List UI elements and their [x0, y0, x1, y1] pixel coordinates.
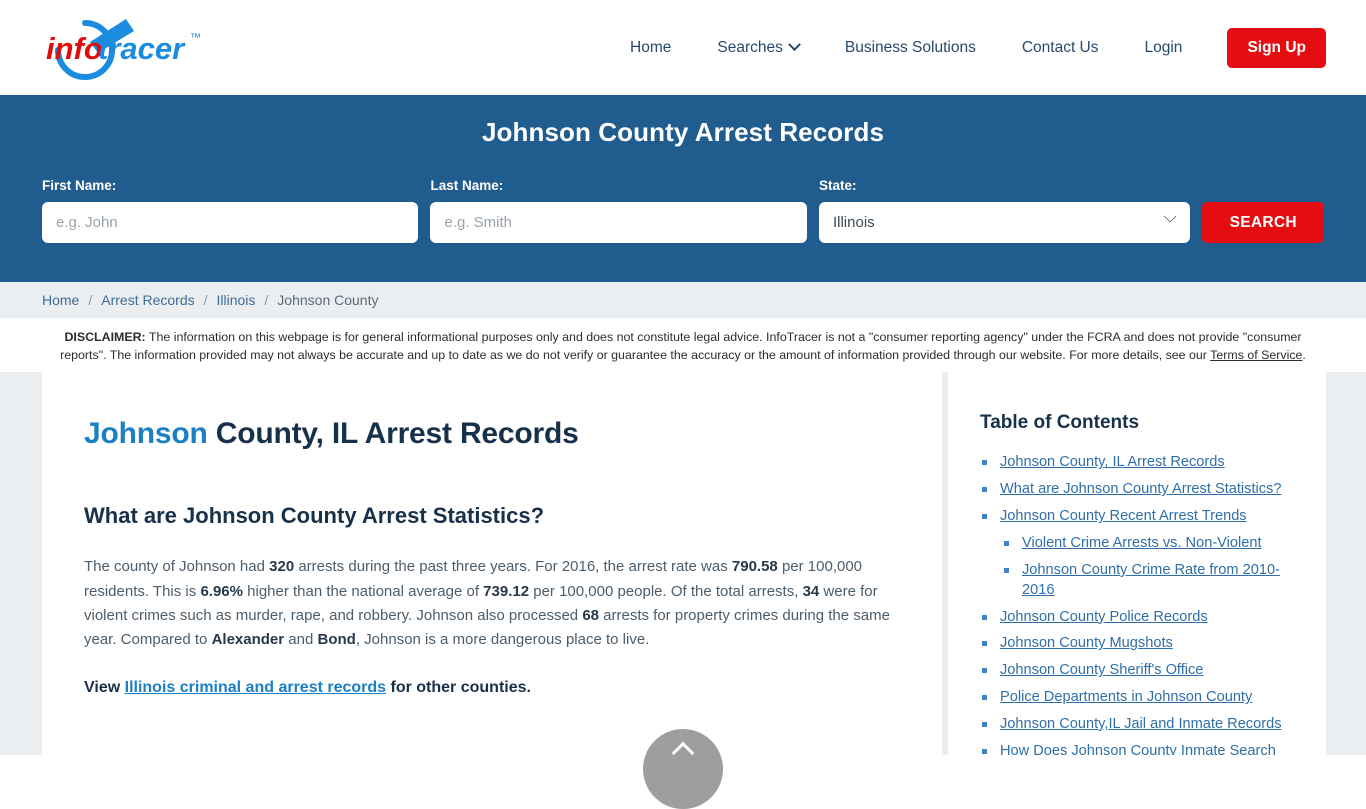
- toc-item: Johnson County,IL Jail and Inmate Record…: [980, 715, 1298, 735]
- toc-link-inmate-search[interactable]: How Does Johnson County Inmate Search: [1000, 743, 1276, 756]
- breadcrumb: Home / Arrest Records / Illinois / Johns…: [0, 282, 1366, 318]
- para-text: The county of Johnson had: [84, 558, 270, 576]
- toc-subitem: Violent Crime Arrests vs. Non-Violent: [1000, 534, 1298, 554]
- nav-item-business-solutions[interactable]: Business Solutions: [822, 39, 999, 57]
- toc-sublist: Violent Crime Arrests vs. Non-Violent Jo…: [1000, 534, 1298, 601]
- nav-label: Home: [630, 38, 672, 56]
- first-name-label: First Name:: [42, 178, 117, 193]
- svg-text:™: ™: [190, 32, 201, 44]
- toc-item: Johnson County, IL Arrest Records: [980, 453, 1298, 473]
- toc-link-police-records[interactable]: Johnson County Police Records: [1000, 609, 1208, 625]
- state-select[interactable]: Illinois: [818, 202, 1191, 243]
- breadcrumb-item-illinois[interactable]: Illinois: [217, 292, 256, 308]
- nav-label: Login: [1144, 38, 1183, 56]
- toc-item: Johnson County Police Records: [980, 608, 1298, 628]
- page-body: Johnson County, IL Arrest Records What a…: [0, 372, 1366, 756]
- breadcrumb-separator: /: [203, 292, 208, 308]
- search-button[interactable]: SEARCH: [1202, 202, 1324, 243]
- para-text: , Johnson is a more dangerous place to l…: [355, 631, 650, 649]
- nav-label: Business Solutions: [844, 38, 976, 56]
- view-suffix: for other counties.: [386, 678, 531, 696]
- toc-link-crime-rate-2010-2016[interactable]: Johnson County Crime Rate from 2010-2016: [1022, 562, 1280, 598]
- toc-link-jail-inmate-records[interactable]: Johnson County,IL Jail and Inmate Record…: [1000, 716, 1282, 732]
- toc-link-police-departments[interactable]: Police Departments in Johnson County: [1000, 689, 1252, 705]
- compare-county-bond: Bond: [317, 631, 356, 649]
- table-of-contents-card: Table of Contents Johnson County, IL Arr…: [948, 372, 1326, 756]
- search-form: First Name: Last Name: State: Illinois S…: [0, 178, 1366, 243]
- site-header: info tracer ™ Home Searches Business Sol…: [0, 0, 1366, 95]
- toc-item: Police Departments in Johnson County: [980, 688, 1298, 708]
- illinois-records-link[interactable]: Illinois criminal and arrest records: [125, 679, 386, 696]
- stat-percent-higher: 6.96%: [200, 582, 243, 600]
- toc-link-arrest-records[interactable]: Johnson County, IL Arrest Records: [1000, 454, 1225, 470]
- nav-item-searches[interactable]: Searches: [694, 38, 821, 57]
- state-field-group: State: Illinois: [818, 178, 1191, 243]
- infotracer-logo[interactable]: info tracer ™: [38, 13, 248, 83]
- svg-text:info: info: [46, 31, 103, 66]
- disclaimer-text: The information on this webpage is for g…: [60, 330, 1302, 363]
- chevron-down-icon: [787, 38, 801, 52]
- breadcrumb-item-current: Johnson County: [277, 292, 379, 308]
- toc-subitem: Johnson County Crime Rate from 2010-2016: [1000, 561, 1298, 601]
- terms-of-service-link[interactable]: Terms of Service: [1210, 348, 1302, 362]
- disclaimer-text-end: .: [1302, 348, 1306, 363]
- toc-title: Table of Contents: [980, 412, 1140, 434]
- page-title-highlight: Johnson: [84, 417, 208, 451]
- toc-link-sheriffs-office[interactable]: Johnson County Sheriff's Office: [1000, 662, 1203, 678]
- banner-title: Johnson County Arrest Records: [481, 117, 885, 147]
- page-title-rest: County, IL Arrest Records: [207, 417, 579, 451]
- last-name-label: Last Name:: [430, 178, 504, 193]
- main-content-card: Johnson County, IL Arrest Records What a…: [42, 372, 942, 756]
- last-name-field-group: Last Name:: [430, 178, 807, 243]
- toc-item: Johnson County Sheriff's Office: [980, 661, 1298, 681]
- nav-item-home[interactable]: Home: [607, 39, 694, 57]
- toc-link-arrest-statistics[interactable]: What are Johnson County Arrest Statistic…: [1000, 481, 1281, 497]
- toc-link-mugshots[interactable]: Johnson County Mugshots: [1000, 635, 1173, 651]
- stat-property-crimes: 68: [582, 607, 599, 625]
- scroll-to-top-button[interactable]: [643, 729, 723, 809]
- section-heading-statistics: What are Johnson County Arrest Statistic…: [84, 503, 545, 529]
- stat-arrest-rate: 790.58: [731, 558, 778, 576]
- toc-item: Johnson County Mugshots: [980, 634, 1298, 654]
- view-prefix: View: [84, 678, 125, 696]
- statistics-paragraph: The county of Johnson had 320 arrests du…: [84, 555, 898, 652]
- nav-item-login[interactable]: Login: [1122, 39, 1206, 57]
- chevron-up-icon: [671, 741, 695, 765]
- nav-label: Contact Us: [1021, 38, 1099, 56]
- state-label: State:: [818, 178, 857, 193]
- last-name-input[interactable]: [430, 202, 807, 243]
- disclaimer-label: DISCLAIMER:: [64, 330, 146, 344]
- logo-graphic: info tracer ™: [46, 18, 201, 80]
- disclaimer: DISCLAIMER: The information on this webp…: [0, 318, 1366, 373]
- svg-text:tracer: tracer: [98, 31, 186, 66]
- nav-label: Searches: [717, 38, 783, 56]
- view-other-counties-line: View Illinois criminal and arrest record…: [84, 679, 898, 697]
- stat-total-arrests: 320: [269, 558, 295, 576]
- nav-item-contact-us[interactable]: Contact Us: [999, 39, 1122, 57]
- para-text: per 100,000 people. Of the total arrests…: [529, 582, 803, 600]
- search-banner: Johnson County Arrest Records First Name…: [0, 95, 1366, 282]
- first-name-input[interactable]: [42, 202, 419, 243]
- first-name-field-group: First Name:: [42, 178, 419, 243]
- breadcrumb-item-home[interactable]: Home: [42, 292, 79, 308]
- toc-item: Johnson County Recent Arrest Trends Viol…: [980, 507, 1298, 600]
- breadcrumb-separator: /: [264, 292, 269, 308]
- toc-list: Johnson County, IL Arrest Records What a…: [980, 453, 1298, 755]
- sign-up-button[interactable]: Sign Up: [1227, 27, 1326, 68]
- compare-county-alexander: Alexander: [211, 631, 285, 649]
- toc-item: How Does Johnson County Inmate Search: [980, 742, 1298, 756]
- stat-national-average: 739.12: [483, 582, 530, 600]
- toc-link-violent-vs-nonviolent[interactable]: Violent Crime Arrests vs. Non-Violent: [1022, 535, 1262, 551]
- para-text: arrests during the past three years. For…: [294, 558, 732, 576]
- para-text: higher than the national average of: [242, 582, 484, 600]
- toc-link-recent-arrest-trends[interactable]: Johnson County Recent Arrest Trends: [1000, 508, 1247, 524]
- breadcrumb-separator: /: [88, 292, 93, 308]
- page-title: Johnson County, IL Arrest Records: [84, 417, 898, 451]
- toc-item: What are Johnson County Arrest Statistic…: [980, 480, 1298, 500]
- para-text: and: [284, 631, 318, 649]
- stat-violent-crimes: 34: [802, 582, 820, 600]
- breadcrumb-item-arrest-records[interactable]: Arrest Records: [101, 292, 194, 308]
- main-navigation: Home Searches Business Solutions Contact…: [607, 27, 1326, 68]
